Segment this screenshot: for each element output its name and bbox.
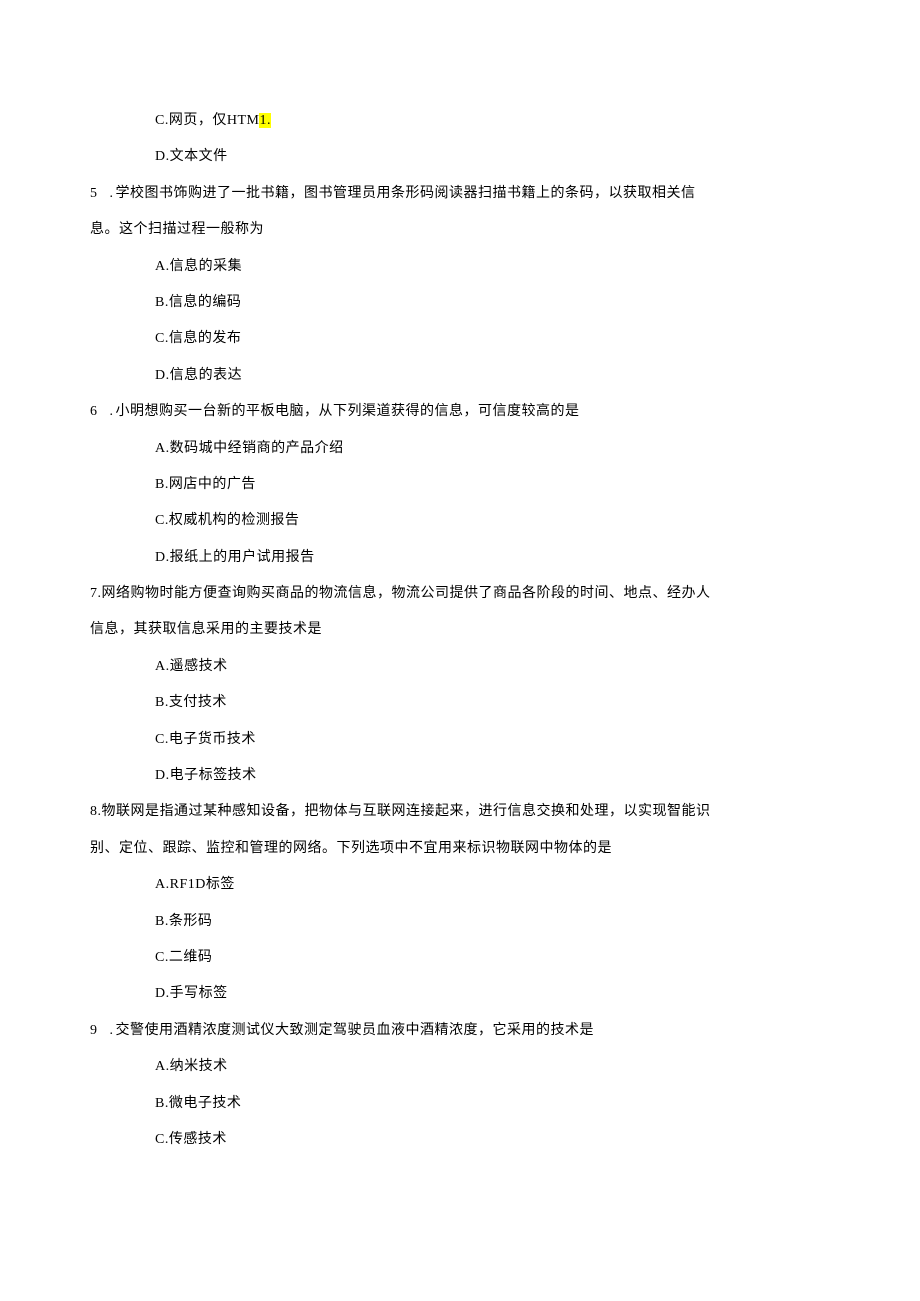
q9-option-c: C.传感技术	[155, 1129, 830, 1151]
q5-stem-line1: 学校图书饰购进了一批书籍，图书管理员用条形码阅读器扫描书籍上的条码，以获取相关信	[116, 186, 696, 201]
q6-option-a: A.数码城中经销商的产品介绍	[155, 438, 830, 460]
q8-option-c: C.二维码	[155, 947, 830, 969]
q9-stem: 9.交警使用酒精浓度测试仪大致测定驾驶员血液中酒精浓度，它采用的技术是	[90, 1020, 830, 1042]
q5-option-c: C.信息的发布	[155, 328, 830, 350]
q7-stem-line2: 信息，其获取信息采用的主要技术是	[90, 619, 830, 641]
q5-stem: 5.学校图书饰购进了一批书籍，图书管理员用条形码阅读器扫描书籍上的条码，以获取相…	[90, 183, 830, 205]
q7-option-c: C.电子货币技术	[155, 729, 830, 751]
q7-option-a: A.遥感技术	[155, 656, 830, 678]
q6-number: 6	[90, 401, 98, 423]
q7-stem-line1: 7.网络购物时能方便查询购买商品的物流信息，物流公司提供了商品各阶段的时间、地点…	[90, 583, 830, 605]
q6-stem-text: 小明想购买一台新的平板电脑，从下列渠道获得的信息，可信度较高的是	[116, 404, 580, 419]
q6-option-d: D.报纸上的用户试用报告	[155, 547, 830, 569]
q8-stem-line1: 8.物联网是指通过某种感知设备，把物体与互联网连接起来，进行信息交换和处理，以实…	[90, 801, 830, 823]
q7-option-b: B.支付技术	[155, 692, 830, 714]
q8-option-a: A.RF1D标签	[155, 874, 830, 896]
q5-dot: .	[110, 183, 114, 205]
document-content: C.网页，仅HTM1. D.文本文件 5.学校图书饰购进了一批书籍，图书管理员用…	[0, 0, 920, 1225]
q5-option-a: A.信息的采集	[155, 256, 830, 278]
q6-dot: .	[110, 401, 114, 423]
q8-option-b: B.条形码	[155, 911, 830, 933]
q5-stem-line2: 息。这个扫描过程一般称为	[90, 219, 830, 241]
q8-stem-line2: 别、定位、跟踪、监控和管理的网络。下列选项中不宜用来标识物联网中物体的是	[90, 838, 830, 860]
q5-option-b: B.信息的编码	[155, 292, 830, 314]
q4-optC-highlight: 1.	[259, 113, 271, 128]
q9-option-a: A.纳米技术	[155, 1056, 830, 1078]
q6-option-b: B.网店中的广告	[155, 474, 830, 496]
q6-option-c: C.权威机构的检测报告	[155, 510, 830, 532]
q7-option-d: D.电子标签技术	[155, 765, 830, 787]
q8-option-d: D.手写标签	[155, 983, 830, 1005]
q5-option-d: D.信息的表达	[155, 365, 830, 387]
q9-dot: .	[110, 1020, 114, 1042]
q4-optC-pre: C.网页，仅HTM	[155, 113, 259, 128]
q9-number: 9	[90, 1020, 98, 1042]
q4-option-c: C.网页，仅HTM1.	[155, 110, 830, 132]
q9-stem-text: 交警使用酒精浓度测试仪大致测定驾驶员血液中酒精浓度，它采用的技术是	[116, 1023, 595, 1038]
q9-option-b: B.微电子技术	[155, 1093, 830, 1115]
q5-number: 5	[90, 183, 98, 205]
q6-stem: 6.小明想购买一台新的平板电脑，从下列渠道获得的信息，可信度较高的是	[90, 401, 830, 423]
q4-option-d: D.文本文件	[155, 146, 830, 168]
